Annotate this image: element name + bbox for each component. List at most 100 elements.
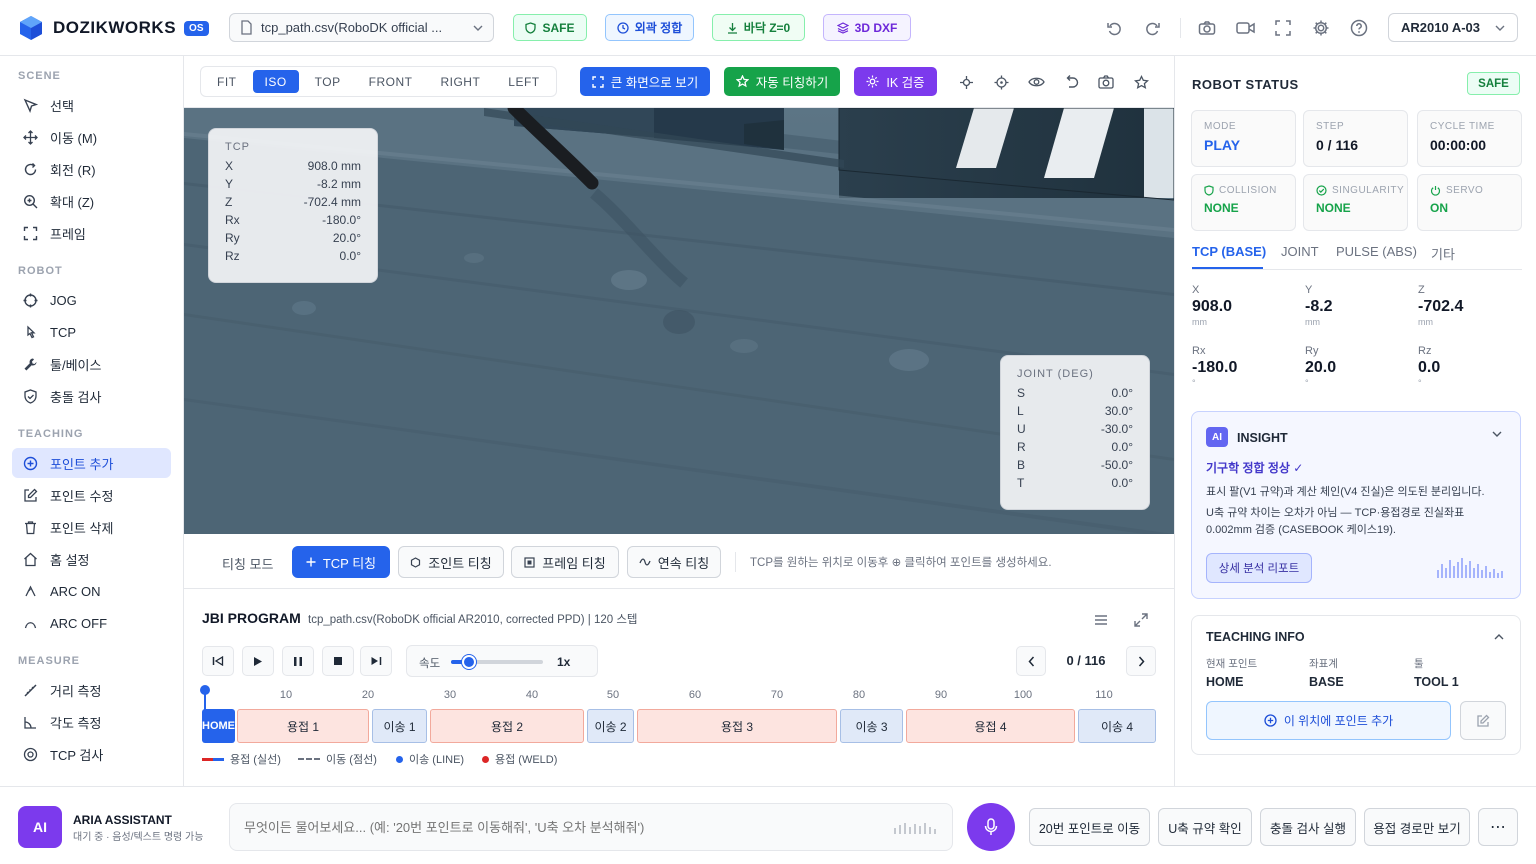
quick-action-weld-only[interactable]: 용접 경로만 보기 <box>1364 808 1470 846</box>
joint-teach-button[interactable]: 조인트 티칭 <box>398 546 504 578</box>
more-actions-button[interactable]: ⋯ <box>1478 808 1518 846</box>
segment-move[interactable]: 이송 3 <box>840 709 903 743</box>
legend-weld-solid: 용접 (실선) <box>202 751 281 767</box>
robot-selector[interactable]: AR2010 A-03 <box>1388 13 1518 42</box>
edit-point-button[interactable] <box>1460 701 1506 740</box>
voice-input-button[interactable] <box>967 803 1015 851</box>
sidebar-item-move[interactable]: 이동 (M) <box>12 122 171 152</box>
frame-teach-button[interactable]: 프레임 티칭 <box>511 546 619 578</box>
view-left[interactable]: LEFT <box>496 70 551 93</box>
sidebar-item-tcp[interactable]: TCP <box>12 317 171 347</box>
floor-z0-toggle[interactable]: 바닥 Z=0 <box>712 14 805 41</box>
camera-icon[interactable] <box>1196 17 1218 39</box>
chevron-down-icon[interactable] <box>1492 431 1502 437</box>
segment-move[interactable]: 이송 4 <box>1078 709 1156 743</box>
tab-other[interactable]: 기타 <box>1431 244 1455 263</box>
sidebar-item-zoom[interactable]: 확대 (Z) <box>12 186 171 216</box>
fullscreen-view-button[interactable]: 큰 화면으로 보기 <box>580 67 710 96</box>
view-right[interactable]: RIGHT <box>428 70 492 93</box>
sidebar-item-label: 각도 측정 <box>50 715 102 731</box>
view-top[interactable]: TOP <box>303 70 353 93</box>
segment-move[interactable]: 이송 1 <box>372 709 427 743</box>
card-label-row: COLLISION <box>1204 185 1283 196</box>
coord-unit: ° <box>1418 378 1422 388</box>
favorite-star-icon[interactable] <box>1132 73 1150 91</box>
segment-move[interactable]: 이송 2 <box>587 709 634 743</box>
tcp-value: -180.0° <box>322 213 361 227</box>
play-button[interactable] <box>242 646 274 676</box>
timeline-cursor-head[interactable] <box>200 685 210 695</box>
sidebar-item-angle[interactable]: 각도 측정 <box>12 707 171 737</box>
chevron-up-icon[interactable] <box>1494 634 1504 640</box>
video-icon[interactable] <box>1234 17 1256 39</box>
segment-weld[interactable]: 용접 4 <box>906 709 1075 743</box>
expand-panel-icon[interactable] <box>1132 611 1150 629</box>
speed-slider-handle[interactable] <box>462 655 477 669</box>
crosshair-icon[interactable] <box>957 73 975 91</box>
joint-row: B -50.0° <box>1017 456 1133 474</box>
redo-icon[interactable] <box>1141 17 1163 39</box>
file-selector[interactable]: tcp_path.csv(RoboDK official ... <box>229 13 494 42</box>
sidebar-item-frame[interactable]: 프레임 <box>12 218 171 248</box>
jbi-program-panel: JBI PROGRAM tcp_path.csv(RoboDK official… <box>184 589 1174 786</box>
pause-button[interactable] <box>282 646 314 676</box>
3d-viewport[interactable]: TCP X 908.0 mm Y -8.2 mm Z -702.4 mm Rx -180… <box>184 108 1174 534</box>
snapshot-icon[interactable] <box>1097 73 1115 91</box>
ik-verify-button[interactable]: IK 검증 <box>854 67 937 96</box>
sidebar-item-distance[interactable]: 거리 측정 <box>12 675 171 705</box>
eye-icon[interactable] <box>1027 73 1045 91</box>
cursor-icon <box>22 97 38 113</box>
view-fit[interactable]: FIT <box>205 70 249 93</box>
skip-start-button[interactable] <box>202 646 234 676</box>
speed-slider[interactable] <box>451 655 543 669</box>
view-iso[interactable]: ISO <box>252 70 299 93</box>
undo-icon[interactable] <box>1103 17 1125 39</box>
tcp-key: Ry <box>225 231 240 245</box>
continuous-teach-button[interactable]: 연속 티칭 <box>627 546 721 578</box>
skip-end-button[interactable] <box>360 646 392 676</box>
segment-weld[interactable]: 용접 1 <box>237 709 369 743</box>
gear-icon[interactable] <box>1310 17 1332 39</box>
segment-weld[interactable]: 용접 2 <box>430 709 584 743</box>
add-point-here-button[interactable]: 이 위치에 포인트 추가 <box>1206 701 1451 740</box>
quick-action-goto-20[interactable]: 20번 포인트로 이동 <box>1029 808 1150 846</box>
sidebar-item-label: 툴/베이스 <box>50 357 102 373</box>
sidebar-item-arc-off[interactable]: ARC OFF <box>12 608 171 638</box>
chevron-right-icon <box>1138 656 1145 667</box>
sidebar-item-delete-point[interactable]: 포인트 삭제 <box>12 512 171 542</box>
tab-joint[interactable]: JOINT <box>1281 244 1319 259</box>
sidebar-item-edit-point[interactable]: 포인트 수정 <box>12 480 171 510</box>
tab-tcp-base[interactable]: TCP (BASE) <box>1192 244 1266 259</box>
help-icon[interactable] <box>1348 17 1370 39</box>
sidebar-item-tcp-check[interactable]: TCP 검사 <box>12 739 171 769</box>
sidebar-item-collision[interactable]: 충돌 검사 <box>12 381 171 411</box>
report-button[interactable]: 상세 분석 리포트 <box>1206 553 1312 583</box>
reset-view-icon[interactable] <box>1062 73 1080 91</box>
sidebar-item-arc-on[interactable]: ARC ON <box>12 576 171 606</box>
outline-match-toggle[interactable]: 외곽 정합 <box>605 14 694 41</box>
tab-pulse[interactable]: PULSE (ABS) <box>1336 244 1417 259</box>
prev-step-button[interactable] <box>1016 646 1046 676</box>
sidebar-item-rotate[interactable]: 회전 (R) <box>12 154 171 184</box>
view-front[interactable]: FRONT <box>357 70 425 93</box>
sidebar-item-home-set[interactable]: 홈 설정 <box>12 544 171 574</box>
segment-home[interactable]: HOME <box>202 709 235 743</box>
fullscreen-icon[interactable] <box>1272 17 1294 39</box>
joint-row: U -30.0° <box>1017 420 1133 438</box>
sidebar-item-select[interactable]: 선택 <box>12 90 171 120</box>
list-icon[interactable] <box>1092 611 1110 629</box>
assistant-input[interactable] <box>244 816 884 838</box>
segment-weld[interactable]: 용접 3 <box>637 709 837 743</box>
tcp-teach-button[interactable]: TCP 티칭 <box>292 546 390 578</box>
focus-icon[interactable] <box>992 73 1010 91</box>
auto-teach-button[interactable]: 자동 티칭하기 <box>724 67 840 96</box>
sidebar-item-jog[interactable]: JOG <box>12 285 171 315</box>
stop-button[interactable] <box>322 646 354 676</box>
quick-action-u-axis[interactable]: U축 규약 확인 <box>1158 808 1252 846</box>
sidebar-item-add-point[interactable]: 포인트 추가 <box>12 448 171 478</box>
chevron-down-icon <box>1495 25 1505 31</box>
dxf-toggle[interactable]: 3D DXF <box>823 14 911 41</box>
next-step-button[interactable] <box>1126 646 1156 676</box>
quick-action-collision[interactable]: 충돌 검사 실행 <box>1260 808 1356 846</box>
sidebar-item-tool-base[interactable]: 툴/베이스 <box>12 349 171 379</box>
